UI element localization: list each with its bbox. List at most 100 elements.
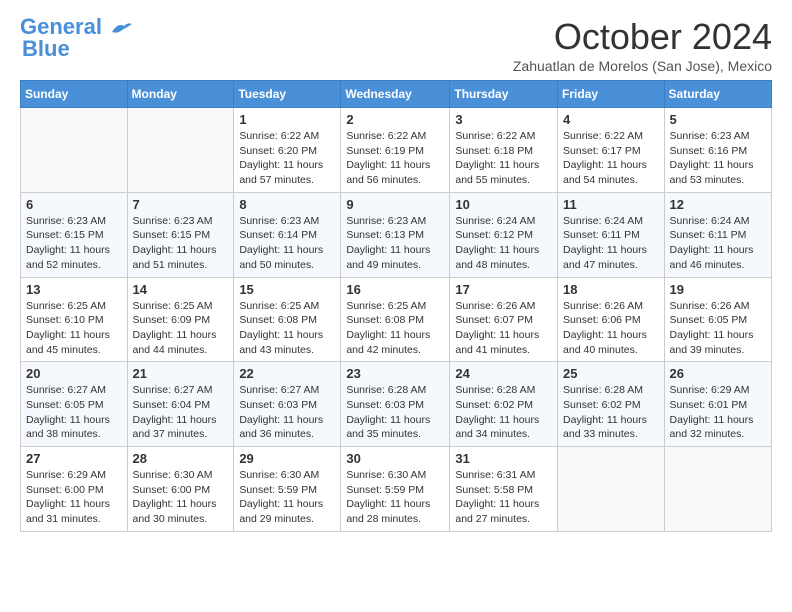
day-detail: Sunrise: 6:31 AMSunset: 5:58 PMDaylight:…	[455, 468, 552, 527]
day-number: 14	[133, 282, 229, 297]
day-detail: Sunrise: 6:22 AMSunset: 6:19 PMDaylight:…	[346, 129, 444, 188]
day-detail: Sunrise: 6:23 AMSunset: 6:16 PMDaylight:…	[670, 129, 766, 188]
calendar-cell: 27Sunrise: 6:29 AMSunset: 6:00 PMDayligh…	[21, 447, 128, 532]
calendar-cell: 9Sunrise: 6:23 AMSunset: 6:13 PMDaylight…	[341, 192, 450, 277]
day-detail: Sunrise: 6:24 AMSunset: 6:11 PMDaylight:…	[563, 214, 659, 273]
calendar: SundayMondayTuesdayWednesdayThursdayFrid…	[20, 80, 772, 532]
day-detail: Sunrise: 6:27 AMSunset: 6:04 PMDaylight:…	[133, 383, 229, 442]
day-header-thursday: Thursday	[450, 81, 558, 108]
day-detail: Sunrise: 6:26 AMSunset: 6:06 PMDaylight:…	[563, 299, 659, 358]
day-number: 23	[346, 366, 444, 381]
day-detail: Sunrise: 6:27 AMSunset: 6:03 PMDaylight:…	[239, 383, 335, 442]
day-header-friday: Friday	[558, 81, 665, 108]
day-detail: Sunrise: 6:27 AMSunset: 6:05 PMDaylight:…	[26, 383, 122, 442]
calendar-cell: 16Sunrise: 6:25 AMSunset: 6:08 PMDayligh…	[341, 277, 450, 362]
day-number: 29	[239, 451, 335, 466]
day-number: 6	[26, 197, 122, 212]
day-number: 24	[455, 366, 552, 381]
calendar-cell: 19 Sunrise: 6:26 AMSunset: 6:05 PMDayligh…	[664, 277, 771, 362]
day-detail: Sunrise: 6:22 AMSunset: 6:20 PMDaylight:…	[239, 129, 335, 188]
day-number: 20	[26, 366, 122, 381]
calendar-week-row: 27Sunrise: 6:29 AMSunset: 6:00 PMDayligh…	[21, 447, 772, 532]
calendar-cell: 4 Sunrise: 6:22 AMSunset: 6:17 PMDaylight…	[558, 108, 665, 193]
calendar-cell: 18Sunrise: 6:26 AMSunset: 6:06 PMDayligh…	[558, 277, 665, 362]
day-detail: Sunrise: 6:26 AMSunset: 6:07 PMDaylight:…	[455, 299, 552, 358]
logo-text: General	[20, 16, 132, 38]
calendar-cell: 5 Sunrise: 6:23 AMSunset: 6:16 PMDaylight…	[664, 108, 771, 193]
logo-bird-icon	[110, 20, 132, 36]
day-number: 31	[455, 451, 552, 466]
day-number: 25	[563, 366, 659, 381]
day-detail: Sunrise: 6:25 AMSunset: 6:09 PMDaylight:…	[133, 299, 229, 358]
day-detail: Sunrise: 6:24 AMSunset: 6:11 PMDaylight:…	[670, 214, 766, 273]
day-detail: Sunrise: 6:23 AMSunset: 6:15 PMDaylight:…	[26, 214, 122, 273]
day-number: 7	[133, 197, 229, 212]
day-header-monday: Monday	[127, 81, 234, 108]
calendar-week-row: 13 Sunrise: 6:25 AMSunset: 6:10 PMDayligh…	[21, 277, 772, 362]
calendar-cell: 17 Sunrise: 6:26 AMSunset: 6:07 PMDayligh…	[450, 277, 558, 362]
day-number: 17	[455, 282, 552, 297]
day-number: 11	[563, 197, 659, 212]
calendar-cell: 28Sunrise: 6:30 AMSunset: 6:00 PMDayligh…	[127, 447, 234, 532]
calendar-header-row: SundayMondayTuesdayWednesdayThursdayFrid…	[21, 81, 772, 108]
calendar-cell: 29 Sunrise: 6:30 AMSunset: 5:59 PMDayligh…	[234, 447, 341, 532]
calendar-cell: 13 Sunrise: 6:25 AMSunset: 6:10 PMDayligh…	[21, 277, 128, 362]
calendar-cell: 26Sunrise: 6:29 AMSunset: 6:01 PMDayligh…	[664, 362, 771, 447]
day-number: 16	[346, 282, 444, 297]
calendar-cell: 12 Sunrise: 6:24 AMSunset: 6:11 PMDayligh…	[664, 192, 771, 277]
day-detail: Sunrise: 6:23 AMSunset: 6:15 PMDaylight:…	[133, 214, 229, 273]
day-number: 10	[455, 197, 552, 212]
calendar-cell: 20 Sunrise: 6:27 AMSunset: 6:05 PMDayligh…	[21, 362, 128, 447]
calendar-week-row: 1 Sunrise: 6:22 AMSunset: 6:20 PMDaylight…	[21, 108, 772, 193]
calendar-cell: 22 Sunrise: 6:27 AMSunset: 6:03 PMDayligh…	[234, 362, 341, 447]
day-detail: Sunrise: 6:30 AMSunset: 6:00 PMDaylight:…	[133, 468, 229, 527]
day-number: 13	[26, 282, 122, 297]
calendar-cell	[664, 447, 771, 532]
calendar-cell: 11 Sunrise: 6:24 AMSunset: 6:11 PMDayligh…	[558, 192, 665, 277]
day-header-saturday: Saturday	[664, 81, 771, 108]
day-number: 30	[346, 451, 444, 466]
day-detail: Sunrise: 6:25 AMSunset: 6:10 PMDaylight:…	[26, 299, 122, 358]
logo-blue-text: Blue	[22, 36, 70, 61]
day-detail: Sunrise: 6:30 AMSunset: 5:59 PMDaylight:…	[239, 468, 335, 527]
day-detail: Sunrise: 6:22 AMSunset: 6:18 PMDaylight:…	[455, 129, 552, 188]
calendar-cell	[558, 447, 665, 532]
day-number: 26	[670, 366, 766, 381]
day-detail: Sunrise: 6:28 AMSunset: 6:03 PMDaylight:…	[346, 383, 444, 442]
day-number: 22	[239, 366, 335, 381]
day-detail: Sunrise: 6:28 AMSunset: 6:02 PMDaylight:…	[563, 383, 659, 442]
day-number: 15	[239, 282, 335, 297]
day-number: 3	[455, 112, 552, 127]
day-number: 19	[670, 282, 766, 297]
calendar-cell: 7 Sunrise: 6:23 AMSunset: 6:15 PMDaylight…	[127, 192, 234, 277]
calendar-cell: 14 Sunrise: 6:25 AMSunset: 6:09 PMDayligh…	[127, 277, 234, 362]
day-detail: Sunrise: 6:26 AMSunset: 6:05 PMDaylight:…	[670, 299, 766, 358]
day-detail: Sunrise: 6:30 AMSunset: 5:59 PMDaylight:…	[346, 468, 444, 527]
month-title: October 2024	[513, 16, 772, 58]
calendar-cell	[21, 108, 128, 193]
day-detail: Sunrise: 6:22 AMSunset: 6:17 PMDaylight:…	[563, 129, 659, 188]
day-detail: Sunrise: 6:29 AMSunset: 6:00 PMDaylight:…	[26, 468, 122, 527]
day-number: 8	[239, 197, 335, 212]
day-header-wednesday: Wednesday	[341, 81, 450, 108]
day-number: 12	[670, 197, 766, 212]
calendar-cell: 21Sunrise: 6:27 AMSunset: 6:04 PMDayligh…	[127, 362, 234, 447]
calendar-cell: 2 Sunrise: 6:22 AMSunset: 6:19 PMDaylight…	[341, 108, 450, 193]
subtitle: Zahuatlan de Morelos (San Jose), Mexico	[513, 58, 772, 74]
calendar-cell: 3 Sunrise: 6:22 AMSunset: 6:18 PMDaylight…	[450, 108, 558, 193]
calendar-cell: 25 Sunrise: 6:28 AMSunset: 6:02 PMDayligh…	[558, 362, 665, 447]
calendar-cell: 30 Sunrise: 6:30 AMSunset: 5:59 PMDayligh…	[341, 447, 450, 532]
day-number: 1	[239, 112, 335, 127]
calendar-cell: 1 Sunrise: 6:22 AMSunset: 6:20 PMDaylight…	[234, 108, 341, 193]
day-detail: Sunrise: 6:28 AMSunset: 6:02 PMDaylight:…	[455, 383, 552, 442]
day-number: 4	[563, 112, 659, 127]
day-header-sunday: Sunday	[21, 81, 128, 108]
day-number: 5	[670, 112, 766, 127]
calendar-cell: 23 Sunrise: 6:28 AMSunset: 6:03 PMDayligh…	[341, 362, 450, 447]
calendar-cell: 6 Sunrise: 6:23 AMSunset: 6:15 PMDaylight…	[21, 192, 128, 277]
day-header-tuesday: Tuesday	[234, 81, 341, 108]
calendar-cell: 31 Sunrise: 6:31 AMSunset: 5:58 PMDayligh…	[450, 447, 558, 532]
calendar-cell	[127, 108, 234, 193]
day-number: 2	[346, 112, 444, 127]
day-detail: Sunrise: 6:24 AMSunset: 6:12 PMDaylight:…	[455, 214, 552, 273]
